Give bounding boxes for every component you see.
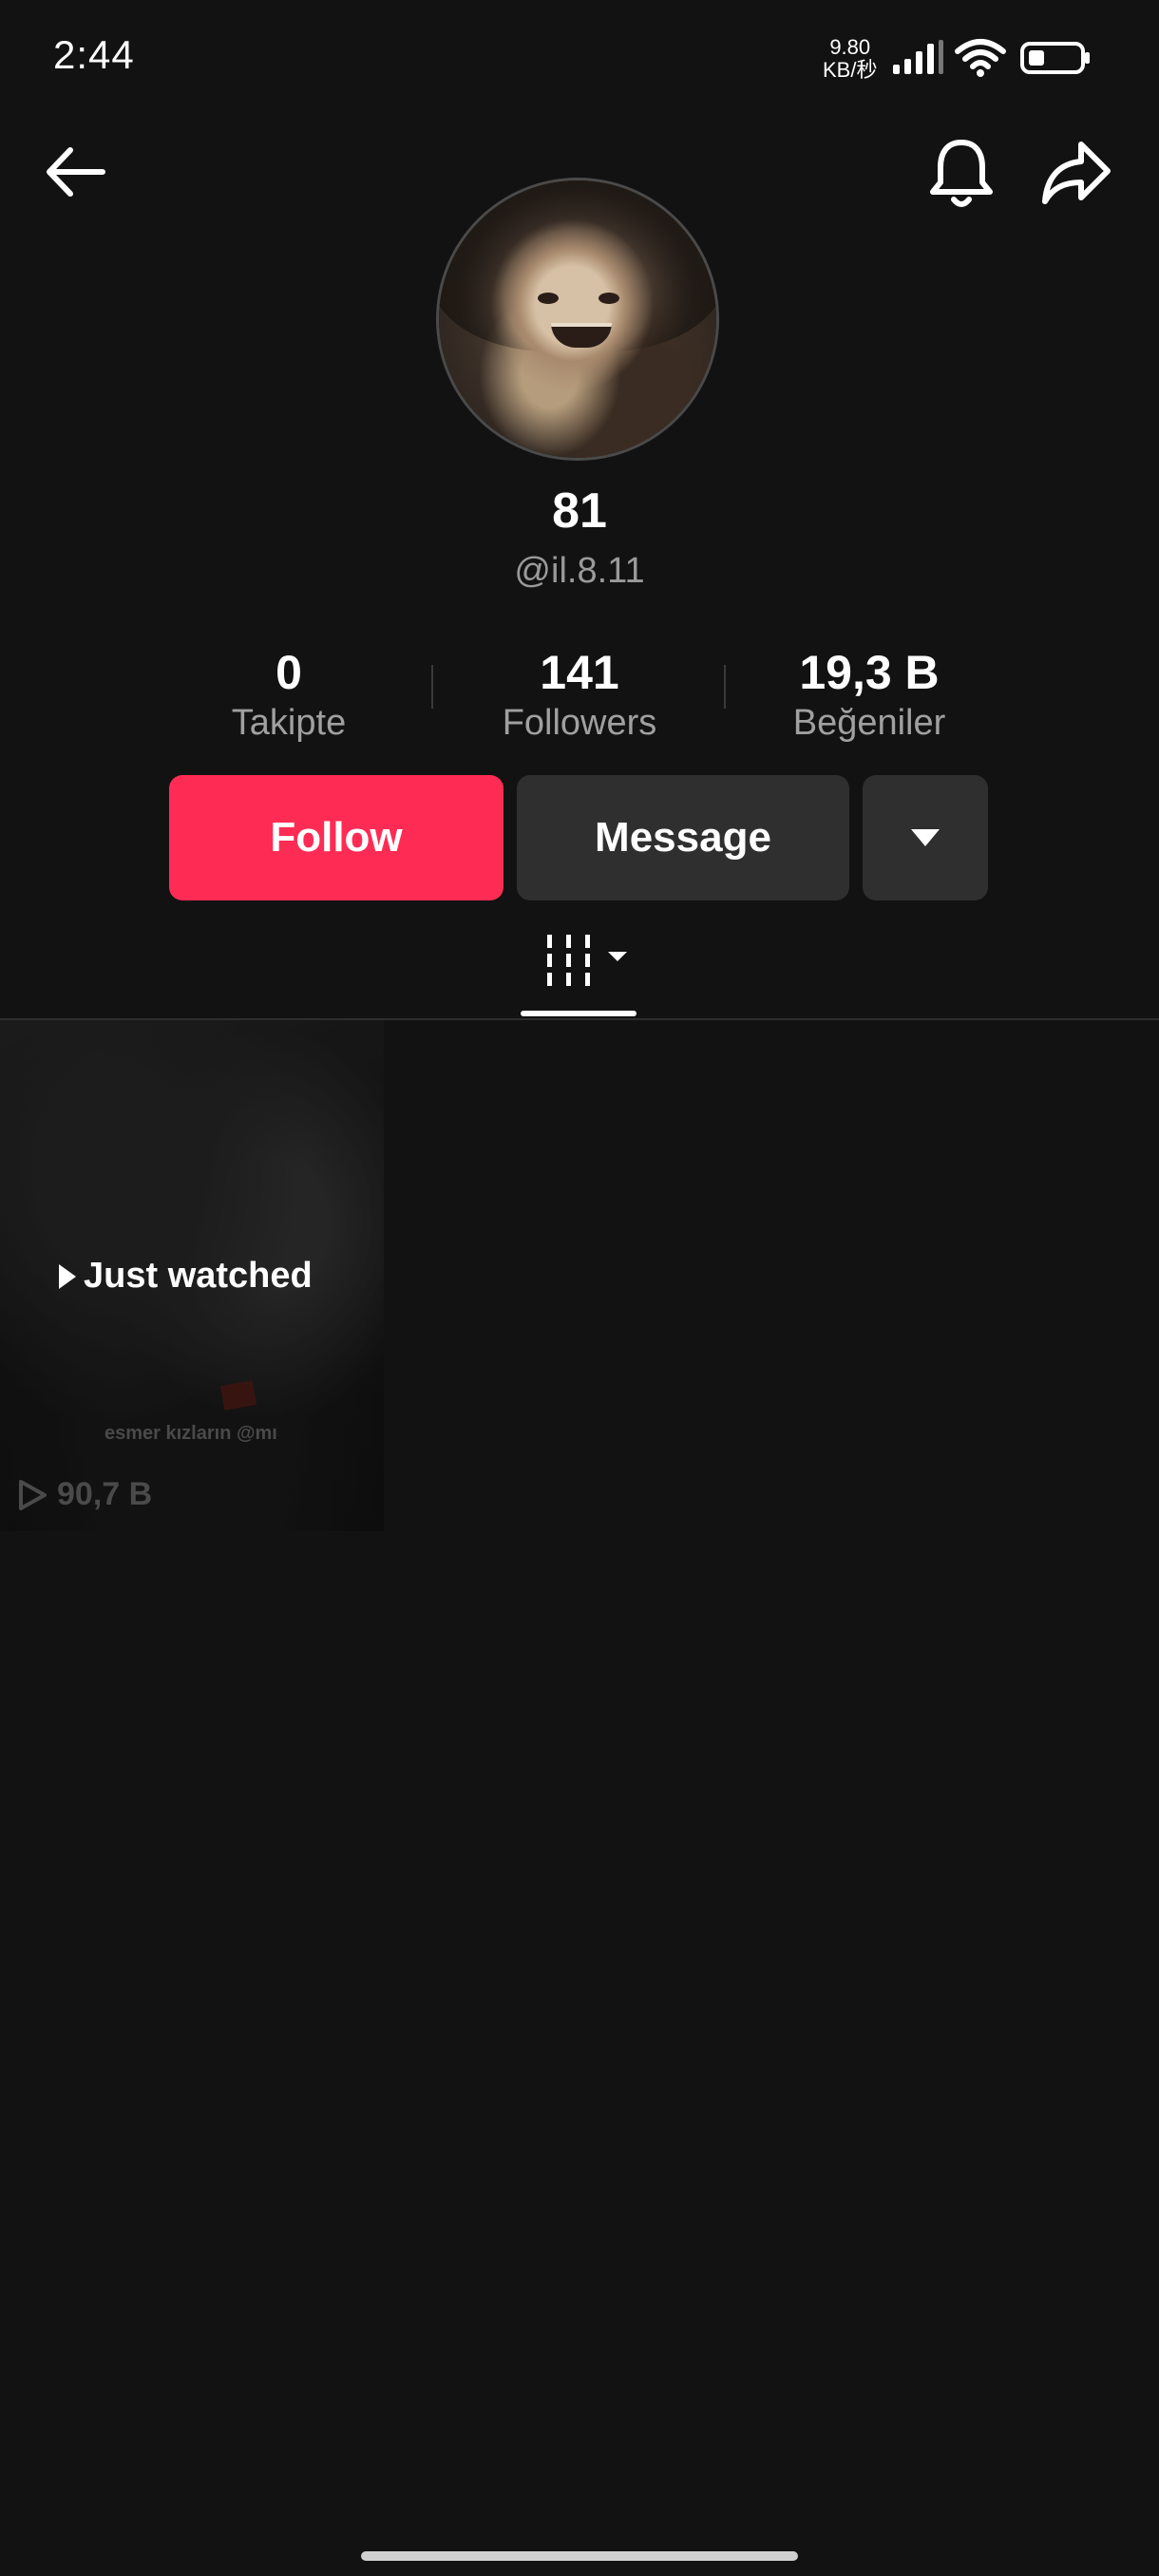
display-name: 81 bbox=[552, 483, 607, 539]
status-time: 2:44 bbox=[53, 32, 135, 77]
followers-label: Followers bbox=[502, 703, 657, 743]
stat-following[interactable]: 0 Takipte bbox=[194, 644, 384, 745]
video-thumbnail[interactable]: Just watched esmer kızların @mı 90,7 B bbox=[0, 1020, 384, 1531]
network-speed-value: 9.80 bbox=[829, 35, 871, 59]
view-count: 90,7 B bbox=[17, 1476, 152, 1513]
battery-icon bbox=[1020, 42, 1090, 74]
followers-count: 141 bbox=[540, 646, 619, 699]
view-count-value: 90,7 B bbox=[57, 1476, 153, 1512]
likes-label: Beğeniler bbox=[792, 703, 946, 743]
network-speed: 9.80 KB/秒 bbox=[823, 36, 877, 82]
signal-icon bbox=[893, 40, 943, 74]
message-button[interactable]: Message bbox=[517, 775, 849, 900]
following-label: Takipte bbox=[231, 703, 347, 743]
play-mini-icon bbox=[59, 1263, 76, 1289]
active-tab-indicator bbox=[521, 1011, 636, 1016]
stat-followers[interactable]: 141 Followers bbox=[475, 644, 684, 745]
more-options-button[interactable] bbox=[863, 775, 988, 900]
likes-count: 19,3 B bbox=[799, 646, 940, 699]
bell-icon[interactable] bbox=[927, 137, 996, 211]
stat-divider bbox=[431, 665, 433, 709]
just-watched-label: Just watched bbox=[84, 1256, 313, 1296]
stat-likes[interactable]: 19,3 B Beğeniler bbox=[750, 644, 988, 745]
caret-down-icon bbox=[911, 829, 940, 846]
video-caption: esmer kızların @mı bbox=[104, 1423, 277, 1444]
stat-divider bbox=[724, 665, 726, 709]
wifi-icon bbox=[955, 39, 1006, 77]
share-icon[interactable] bbox=[1041, 139, 1112, 207]
play-outline-icon bbox=[19, 1479, 47, 1510]
videos-grid-tab-icon[interactable] bbox=[521, 929, 635, 990]
follow-button[interactable]: Follow bbox=[169, 775, 504, 900]
home-indicator[interactable] bbox=[361, 2551, 798, 2561]
network-speed-unit: KB/秒 bbox=[823, 58, 878, 82]
back-arrow-icon[interactable] bbox=[42, 141, 108, 203]
following-count: 0 bbox=[276, 646, 302, 699]
avatar[interactable] bbox=[439, 180, 716, 458]
username: @il.8.11 bbox=[514, 551, 645, 591]
just-watched-badge: Just watched bbox=[59, 1256, 313, 1297]
